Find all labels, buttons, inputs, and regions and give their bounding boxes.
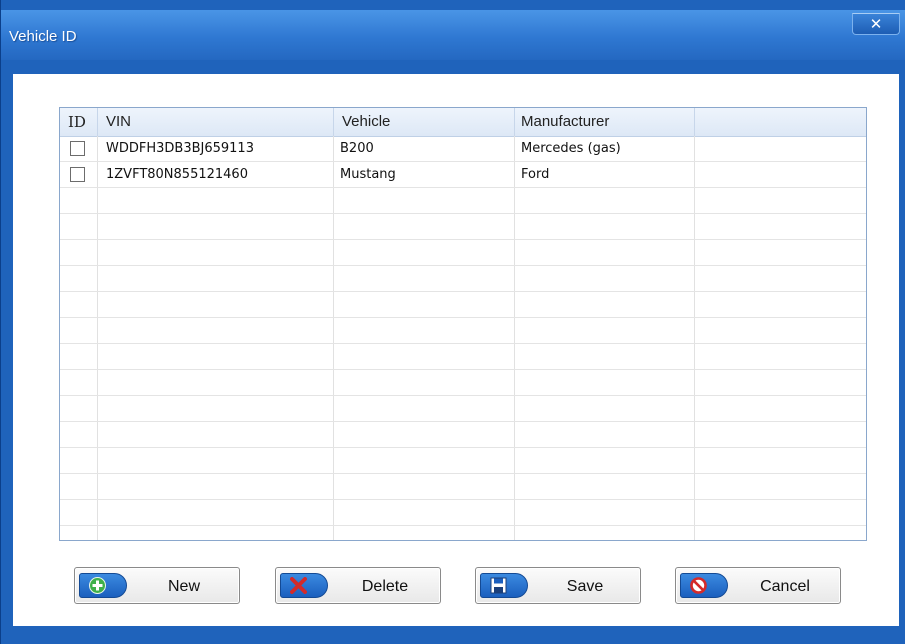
- empty-row: [60, 214, 866, 240]
- new-button-icon-pill: [79, 573, 127, 598]
- vehicle-table: ID VIN Vehicle Manufacturer WDDFH3DB3BJ6…: [59, 107, 867, 541]
- empty-row: [60, 344, 866, 370]
- delete-button-icon-pill: [280, 573, 328, 598]
- row-select-checkbox[interactable]: [70, 141, 85, 156]
- column-header-vehicle[interactable]: Vehicle: [334, 108, 515, 136]
- column-header-vin[interactable]: VIN: [98, 108, 334, 136]
- column-header-manufacturer[interactable]: Manufacturer: [515, 108, 695, 136]
- empty-row: [60, 318, 866, 344]
- empty-row: [60, 396, 866, 422]
- vehicle-id-dialog: Vehicle ID ✕ ID VIN Vehicle Manufacturer…: [0, 0, 905, 644]
- save-button[interactable]: Save: [475, 567, 641, 604]
- new-button-label: New: [167, 578, 200, 595]
- table-row[interactable]: 1ZVFT80N855121460 Mustang Ford: [60, 162, 866, 188]
- cancel-button[interactable]: Cancel: [675, 567, 841, 604]
- no-entry-icon: [690, 577, 707, 594]
- title-bar[interactable]: Vehicle ID: [1, 10, 905, 60]
- empty-row: [60, 266, 866, 292]
- manufacturer-cell[interactable]: Ford: [521, 162, 549, 188]
- empty-row: [60, 292, 866, 318]
- save-button-icon-pill: [480, 573, 528, 598]
- vin-cell[interactable]: WDDFH3DB3BJ659113: [106, 136, 254, 162]
- empty-row: [60, 240, 866, 266]
- manufacturer-cell[interactable]: Mercedes (gas): [521, 136, 621, 162]
- vin-cell[interactable]: 1ZVFT80N855121460: [106, 162, 248, 188]
- row-select-checkbox[interactable]: [70, 167, 85, 182]
- delete-x-icon: [290, 577, 307, 594]
- close-button[interactable]: ✕: [852, 13, 900, 35]
- floppy-disk-icon: [490, 577, 507, 594]
- empty-row: [60, 500, 866, 526]
- table-row[interactable]: WDDFH3DB3BJ659113 B200 Mercedes (gas): [60, 136, 866, 162]
- plus-icon: [89, 577, 106, 594]
- cancel-button-icon-pill: [680, 573, 728, 598]
- empty-row: [60, 422, 866, 448]
- empty-row: [60, 370, 866, 396]
- save-button-label: Save: [566, 578, 604, 595]
- column-header-id[interactable]: ID: [60, 108, 98, 136]
- empty-row: [60, 448, 866, 474]
- window-title: Vehicle ID: [9, 28, 77, 45]
- empty-row: [60, 474, 866, 500]
- vehicle-cell[interactable]: Mustang: [340, 162, 396, 188]
- delete-button-label: Delete: [361, 578, 409, 595]
- delete-button[interactable]: Delete: [275, 567, 441, 604]
- vehicle-cell[interactable]: B200: [340, 136, 374, 162]
- cancel-button-label: Cancel: [760, 578, 810, 595]
- new-button[interactable]: New: [74, 567, 240, 604]
- table-header: ID VIN Vehicle Manufacturer: [60, 108, 866, 137]
- empty-row: [60, 188, 866, 214]
- close-icon: ✕: [869, 15, 883, 33]
